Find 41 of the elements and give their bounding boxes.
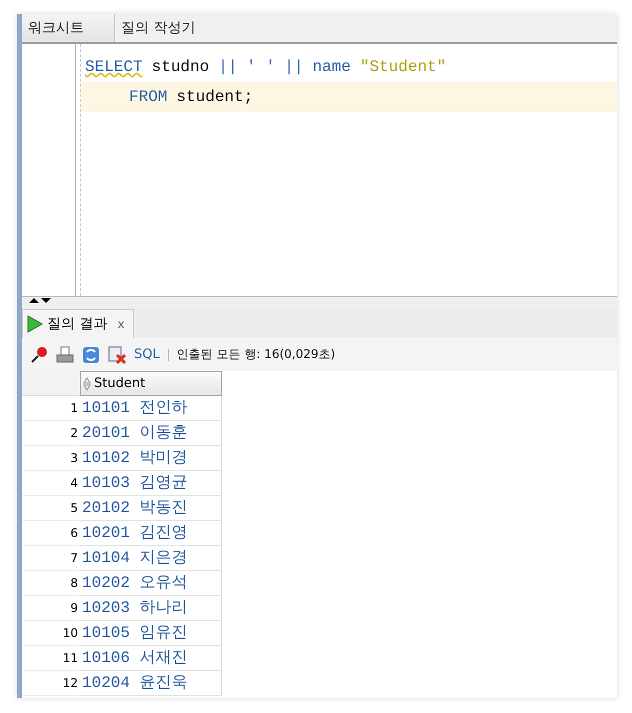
delete-document-icon[interactable]	[108, 346, 126, 364]
table-cell: 10106 서재진	[80, 646, 222, 671]
table-cell: 10104 지은경	[80, 546, 222, 571]
row-number: 12	[22, 671, 80, 696]
column-header[interactable]: Student	[80, 371, 222, 396]
row-number: 2	[22, 421, 80, 446]
row-number: 1	[22, 396, 80, 421]
row-number: 11	[22, 646, 80, 671]
table-cell: 10201 김진영	[80, 521, 222, 546]
pin-icon[interactable]	[30, 346, 48, 364]
row-number: 6	[22, 521, 80, 546]
row-number: 7	[22, 546, 80, 571]
sql-link[interactable]: SQL	[134, 347, 160, 362]
row-number: 10	[22, 621, 80, 646]
editor-tab[interactable]: 질의 작성기	[115, 14, 212, 42]
table-cell: 10203 하나리	[80, 596, 222, 621]
sort-icon	[83, 376, 91, 390]
header-label: Student	[94, 376, 146, 391]
editor-tab[interactable]: 워크시트	[22, 14, 115, 42]
row-number: 9	[22, 596, 80, 621]
table-cell: 20102 박동진	[80, 496, 222, 521]
run-icon	[27, 315, 43, 333]
row-number: 4	[22, 471, 80, 496]
result-tab[interactable]: 질의 결과 x	[22, 309, 134, 338]
table-cell: 10101 전인하	[80, 396, 222, 421]
table-cell: 10103 김영균	[80, 471, 222, 496]
row-number: 5	[22, 496, 80, 521]
table-cell: 10202 오유석	[80, 571, 222, 596]
row-number: 3	[22, 446, 80, 471]
code-line: SELECT studno || ' ' || name "Student"	[84, 57, 448, 78]
row-number: 8	[22, 571, 80, 596]
splitter-arrows-icon[interactable]	[28, 297, 52, 306]
status-text: 인출된 모든 행: 16(0,029초)	[176, 346, 336, 363]
table-cell: 10102 박미경	[80, 446, 222, 471]
refresh-icon[interactable]	[82, 346, 100, 364]
close-icon[interactable]: x	[117, 317, 125, 331]
tab-label: 질의 결과	[47, 315, 108, 333]
printer-icon[interactable]	[56, 346, 74, 364]
table-cell: 10204 윤진욱	[80, 671, 222, 696]
table-cell: 20101 이동훈	[80, 421, 222, 446]
table-cell: 10105 임유진	[80, 621, 222, 646]
